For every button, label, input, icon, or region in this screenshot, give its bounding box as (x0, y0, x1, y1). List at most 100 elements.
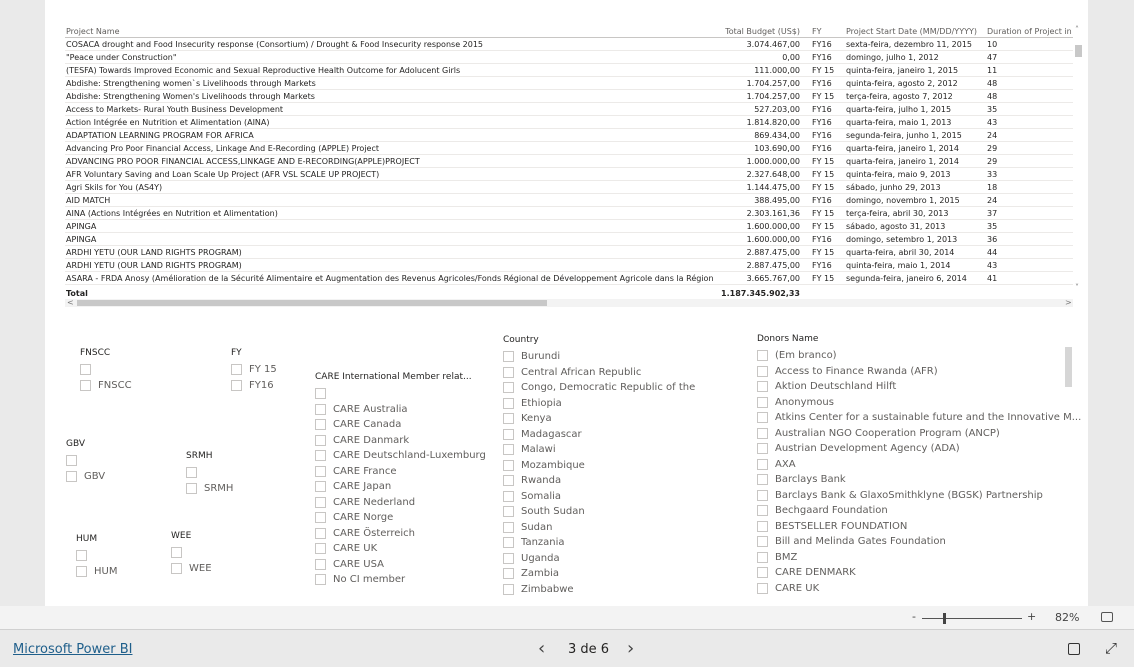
col-start-date[interactable]: Project Start Date (MM/DD/YYYY) (846, 27, 977, 36)
zoom-slider[interactable] (922, 618, 1022, 619)
checkbox[interactable] (315, 558, 326, 570)
slicer-item[interactable]: Malawi (503, 442, 695, 458)
horizontal-scrollbar[interactable]: < > (65, 298, 1073, 307)
slicer-item[interactable]: Anonymous (757, 395, 1081, 411)
checkbox[interactable] (315, 543, 326, 555)
fullscreen-icon[interactable]: ⤢ (1105, 639, 1117, 657)
prev-page-button[interactable]: ‹ (538, 638, 545, 659)
slicer-item[interactable] (66, 453, 105, 469)
table-row[interactable]: AID MATCH 388.495,00 FY16 domingo, novembro… (65, 194, 1073, 207)
slicer-item[interactable]: CARE Canada (315, 417, 486, 433)
checkbox[interactable] (171, 562, 182, 574)
slicer-item[interactable]: Central African Republic (503, 365, 695, 381)
checkbox[interactable] (757, 489, 768, 501)
col-duration[interactable]: Duration of Project in months (987, 27, 1073, 36)
table-row[interactable]: "Peace under Construction" 0,00 FY16 doming… (65, 51, 1073, 64)
table-row[interactable]: AINA (Actions Intégrées en Nutrition et … (65, 207, 1073, 220)
checkbox[interactable] (503, 351, 514, 363)
checkbox[interactable] (503, 428, 514, 440)
slicer-item[interactable]: Ethiopia (503, 396, 695, 412)
slicer-item[interactable]: Rwanda (503, 473, 695, 489)
table-row[interactable]: APINGA 1.600.000,00 FY 15 sábado, agosto 31… (65, 220, 1073, 233)
zoom-in-button[interactable]: + (1027, 610, 1036, 623)
checkbox[interactable] (757, 474, 768, 486)
checkbox[interactable] (231, 379, 242, 391)
slicer-item[interactable]: CARE Japan (315, 479, 486, 495)
checkbox[interactable] (315, 434, 326, 446)
checkbox[interactable] (503, 552, 514, 564)
checkbox[interactable] (171, 547, 182, 559)
slicer-item[interactable]: Zimbabwe (503, 582, 695, 598)
slicer-item[interactable]: CARE UK (757, 581, 1081, 597)
checkbox[interactable] (503, 506, 514, 518)
horizontal-scroll-thumb[interactable] (77, 300, 547, 306)
table-row[interactable]: ADAPTATION LEARNING PROGRAM FOR AFRICA 86… (65, 129, 1073, 142)
next-page-button[interactable]: › (627, 638, 634, 659)
checkbox[interactable] (757, 443, 768, 455)
slicer-item[interactable]: FNSCC (80, 378, 132, 394)
checkbox[interactable] (503, 444, 514, 456)
checkbox[interactable] (76, 565, 87, 577)
slicer-item[interactable]: Barclays Bank (757, 472, 1081, 488)
slicer-item[interactable]: (Em branco) (757, 348, 1081, 364)
checkbox[interactable] (186, 467, 197, 479)
checkbox[interactable] (757, 551, 768, 563)
slicer-item[interactable]: BESTSELLER FOUNDATION (757, 519, 1081, 535)
slicer-item[interactable]: CARE Australia (315, 402, 486, 418)
col-fy[interactable]: FY (812, 27, 822, 36)
table-row[interactable]: Advancing Pro Poor Financial Access, Lin… (65, 142, 1073, 155)
table-row[interactable]: Abdishe: Strengthening women`s Livelihoo… (65, 77, 1073, 90)
slicer-item[interactable]: Kenya (503, 411, 695, 427)
checkbox[interactable] (757, 536, 768, 548)
col-project-name[interactable]: Project Name (66, 27, 716, 36)
checkbox[interactable] (315, 527, 326, 539)
scroll-up-icon[interactable]: ˄ (1075, 25, 1079, 34)
slicer-item[interactable]: CARE USA (315, 557, 486, 573)
slicer-item[interactable] (80, 362, 132, 378)
checkbox[interactable] (757, 350, 768, 362)
zoom-out-button[interactable]: - (912, 610, 916, 623)
slicer-item[interactable]: SRMH (186, 481, 233, 497)
checkbox[interactable] (315, 465, 326, 477)
vertical-scrollbar[interactable]: ˄ ˅ (1074, 25, 1083, 297)
slicer-item[interactable]: Sudan (503, 520, 695, 536)
slicer-item[interactable]: Madagascar (503, 427, 695, 443)
slicer-item[interactable]: Tanzania (503, 535, 695, 551)
checkbox[interactable] (503, 366, 514, 378)
slicer-item[interactable]: South Sudan (503, 504, 695, 520)
slicer-item[interactable]: CARE Österreich (315, 526, 486, 542)
checkbox[interactable] (503, 459, 514, 471)
slicer-item[interactable] (171, 545, 212, 561)
checkbox[interactable] (503, 568, 514, 580)
slicer-item[interactable]: FY 15 (231, 362, 277, 378)
checkbox[interactable] (186, 482, 197, 494)
zoom-slider-thumb[interactable] (942, 613, 946, 624)
checkbox[interactable] (66, 455, 77, 467)
share-icon[interactable] (1068, 643, 1080, 655)
slicer-item[interactable]: Aktion Deutschland Hilft (757, 379, 1081, 395)
checkbox[interactable] (757, 567, 768, 579)
slicer-item[interactable]: Congo, Democratic Republic of the (503, 380, 695, 396)
checkbox[interactable] (503, 521, 514, 533)
checkbox[interactable] (503, 583, 514, 595)
table-row[interactable]: Access to Markets- Rural Youth Business … (65, 103, 1073, 116)
checkbox[interactable] (315, 450, 326, 462)
checkbox[interactable] (315, 388, 326, 400)
vertical-scroll-thumb[interactable] (1075, 45, 1082, 57)
slicer-item[interactable]: CARE France (315, 464, 486, 480)
checkbox[interactable] (757, 520, 768, 532)
slicer-item[interactable]: CARE UK (315, 541, 486, 557)
checkbox[interactable] (757, 365, 768, 377)
checkbox[interactable] (80, 364, 91, 376)
scroll-left-icon[interactable]: < (67, 298, 74, 307)
table-row[interactable]: ADVANCING PRO POOR FINANCIAL ACCESS,LINK… (65, 155, 1073, 168)
slicer-item[interactable]: Somalia (503, 489, 695, 505)
checkbox[interactable] (503, 397, 514, 409)
checkbox[interactable] (503, 382, 514, 394)
table-row[interactable]: AFR Voluntary Saving and Loan Scale Up P… (65, 168, 1073, 181)
checkbox[interactable] (315, 403, 326, 415)
slicer-item[interactable] (186, 465, 233, 481)
slicer-item[interactable]: Mozambique (503, 458, 695, 474)
slicer-item[interactable]: CARE Danmark (315, 433, 486, 449)
slicer-item[interactable]: CARE Norge (315, 510, 486, 526)
